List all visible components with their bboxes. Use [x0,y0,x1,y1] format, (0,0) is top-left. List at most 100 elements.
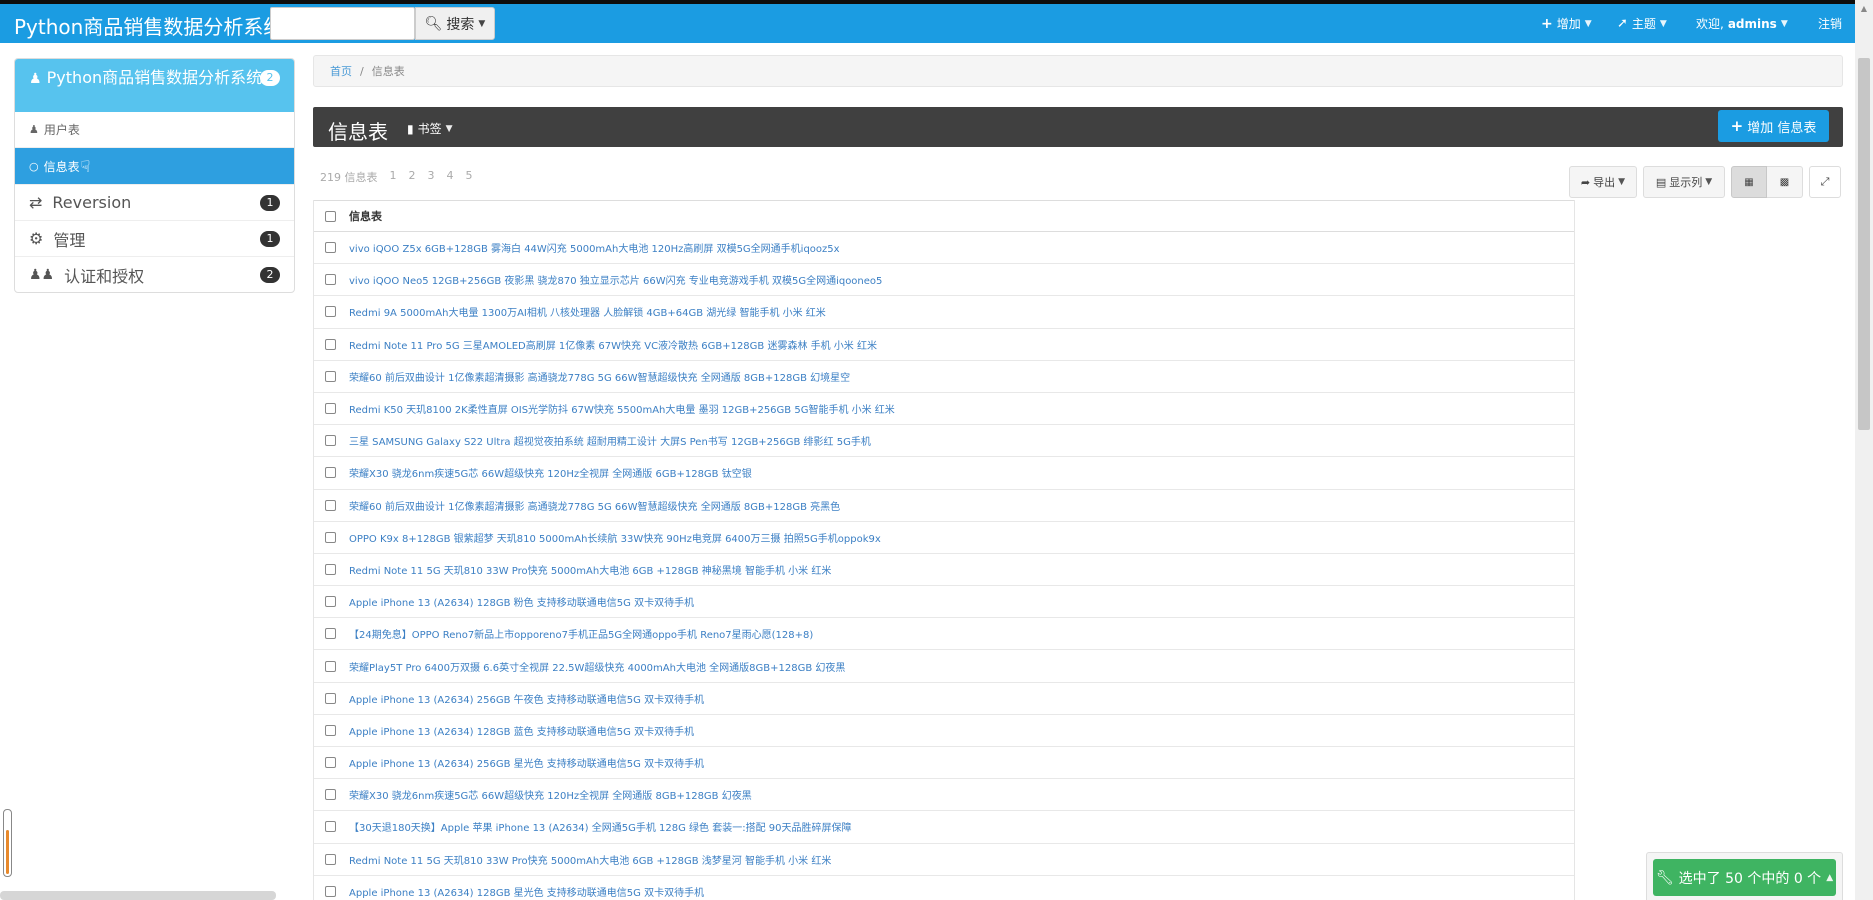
column-header[interactable]: 信息表 [349,208,382,224]
search-button[interactable]: 🔍︎ 搜索 ▼ [415,7,495,40]
table-row[interactable]: Redmi 9A 5000mAh大电量 1300万AI相机 八核处理器 人脸解锁… [314,296,1574,329]
table-row[interactable]: Apple iPhone 13 (A2634) 128GB 蓝色 支持移动联通电… [314,715,1574,747]
row-link[interactable]: Apple iPhone 13 (A2634) 256GB 星光色 支持移动联通… [349,755,704,770]
row-link[interactable]: Redmi Note 11 Pro 5G 三星AMOLED高刷屏 1亿像素 67… [349,337,877,352]
table-row[interactable]: Apple iPhone 13 (A2634) 256GB 午夜色 支持移动联通… [314,683,1574,715]
table-row[interactable]: 【30天退180天换】Apple 苹果 iPhone 13 (A2634) 全网… [314,811,1574,844]
row-link[interactable]: vivo iQOO Neo5 12GB+256GB 夜影黑 骁龙870 独立显示… [349,272,882,287]
row-link[interactable]: 荣耀Play5T Pro 6400万双摄 6.6英寸全视屏 22.5W超级快充 … [349,659,845,674]
table-row[interactable]: OPPO K9x 8+128GB 银紫超梦 天玑810 5000mAh长续航 3… [314,522,1574,554]
row-checkbox[interactable] [325,789,336,801]
row-link[interactable]: vivo iQOO Z5x 6GB+128GB 雾海白 44W闪充 5000mA… [349,240,840,255]
horizontal-scrollbar[interactable] [0,891,276,900]
search-input[interactable] [270,7,415,40]
table-row[interactable]: 荣耀60 前后双曲设计 1亿像素超清摄影 高通骁龙778G 5G 66W智慧超级… [314,490,1574,522]
row-checkbox[interactable] [325,467,336,479]
row-link[interactable]: 荣耀X30 骁龙6nm疾速5G芯 66W超级快充 120Hz全视屏 全网通版 6… [349,465,752,480]
table-row[interactable]: 荣耀60 前后双曲设计 1亿像素超清摄影 高通骁龙778G 5G 66W智慧超级… [314,361,1574,393]
page-link[interactable]: 3 [428,169,435,185]
sidebar-item-reversion[interactable]: ⇄ Reversion 1 [15,184,294,220]
row-link[interactable]: 荣耀X30 骁龙6nm疾速5G芯 66W超级快充 120Hz全视屏 全网通版 8… [349,787,752,802]
row-link[interactable]: Redmi Note 11 5G 天玑810 33W Pro快充 5000mAh… [349,562,831,577]
sidebar-item-users[interactable]: ♟ 用户表 [15,112,294,148]
row-checkbox[interactable] [325,596,336,608]
sidebar-item-info[interactable]: ○ 信息表 ☟ [15,148,294,184]
row-checkbox[interactable] [325,499,336,511]
row-link[interactable]: OPPO K9x 8+128GB 银紫超梦 天玑810 5000mAh长续航 3… [349,530,881,545]
page-link[interactable]: 2 [409,169,416,185]
row-link[interactable]: Apple iPhone 13 (A2634) 256GB 午夜色 支持移动联通… [349,691,704,706]
table-row[interactable]: Redmi K50 天玑8100 2K柔性直屏 OIS光学防抖 67W快充 55… [314,393,1574,426]
slider-handle[interactable] [3,809,12,877]
row-checkbox[interactable] [325,853,336,865]
breadcrumb-home[interactable]: 首页 [330,63,352,79]
sidebar-header[interactable]: ♟ Python商品销售数据分析系统 2 [15,59,294,112]
row-link[interactable]: Apple iPhone 13 (A2634) 128GB 粉色 支持移动联通电… [349,594,694,609]
table-row[interactable]: 荣耀X30 骁龙6nm疾速5G芯 66W超级快充 120Hz全视屏 全网通版 8… [314,779,1574,812]
navbar-theme-menu[interactable]: ➚ 主题 ▼ [1617,4,1667,43]
table-row[interactable]: Apple iPhone 13 (A2634) 128GB 星光色 支持移动联通… [314,876,1574,900]
navbar-add-menu[interactable]: + 增加 ▼ [1541,4,1592,43]
row-checkbox[interactable] [325,563,336,575]
brand-title[interactable]: Python商品销售数据分析系统 [14,11,283,40]
exchange-icon: ⇄ [29,193,43,212]
grid-view-button[interactable]: ▦ [1731,166,1767,198]
row-link[interactable]: Redmi 9A 5000mAh大电量 1300万AI相机 八核处理器 人脸解锁… [349,304,826,319]
add-record-button[interactable]: + 增加 信息表 [1718,110,1829,142]
row-checkbox[interactable] [325,531,336,543]
row-link[interactable]: 【24期免息】OPPO Reno7新品上市opporeno7手机正品5G全网通o… [349,626,813,641]
row-link[interactable]: 三星 SAMSUNG Galaxy S22 Ultra 超视觉夜拍系统 超耐用精… [349,433,871,448]
page-link[interactable]: 5 [466,169,473,185]
row-link[interactable]: 荣耀60 前后双曲设计 1亿像素超清摄影 高通骁龙778G 5G 66W智慧超级… [349,369,850,384]
table-view-button[interactable]: ▩ [1767,166,1803,198]
columns-button[interactable]: ▤ 显示列 ▼ [1643,166,1725,198]
row-link[interactable]: 【30天退180天换】Apple 苹果 iPhone 13 (A2634) 全网… [349,819,852,834]
export-button[interactable]: ➦ 导出 ▼ [1569,166,1637,198]
row-checkbox[interactable] [325,435,336,447]
table-row[interactable]: 荣耀Play5T Pro 6400万双摄 6.6英寸全视屏 22.5W超级快充 … [314,650,1574,683]
row-checkbox[interactable] [325,757,336,769]
selection-action-button[interactable]: 🔧︎ 选中了 50 个中的 0 个 ▲ [1653,859,1836,896]
sidebar-item-admin[interactable]: ⚙ 管理 1 [15,220,294,256]
page-link[interactable]: 4 [447,169,454,185]
table-row[interactable]: Redmi Note 11 Pro 5G 三星AMOLED高刷屏 1亿像素 67… [314,329,1574,361]
table-row[interactable]: Apple iPhone 13 (A2634) 128GB 粉色 支持移动联通电… [314,586,1574,619]
row-checkbox[interactable] [325,274,336,286]
row-link[interactable]: Redmi K50 天玑8100 2K柔性直屏 OIS光学防抖 67W快充 55… [349,401,895,416]
row-checkbox[interactable] [325,724,336,736]
expand-icon: ⤢ [1820,175,1830,188]
navbar-user-menu[interactable]: 欢迎, admins ▼ [1696,4,1788,43]
table-row[interactable]: vivo iQOO Neo5 12GB+256GB 夜影黑 骁龙870 独立显示… [314,264,1574,297]
selection-action-label: 选中了 50 个中的 0 个 [1678,870,1822,887]
table-row[interactable]: 三星 SAMSUNG Galaxy S22 Ultra 超视觉夜拍系统 超耐用精… [314,425,1574,458]
row-checkbox[interactable] [325,660,336,672]
row-checkbox[interactable] [325,821,336,833]
row-link[interactable]: 荣耀60 前后双曲设计 1亿像素超清摄影 高通骁龙778G 5G 66W智慧超级… [349,498,840,513]
scroll-up-arrow-icon[interactable]: ▲ [1858,4,1870,16]
row-checkbox[interactable] [325,885,336,897]
table-row[interactable]: Redmi Note 11 5G 天玑810 33W Pro快充 5000mAh… [314,554,1574,587]
row-checkbox[interactable] [325,338,336,350]
sidebar-item-label: Reversion [52,193,132,212]
table-row[interactable]: 荣耀X30 骁龙6nm疾速5G芯 66W超级快充 120Hz全视屏 全网通版 6… [314,457,1574,490]
row-checkbox[interactable] [325,370,336,382]
vertical-scrollbar-thumb[interactable] [1858,58,1870,430]
table-row[interactable]: Apple iPhone 13 (A2634) 256GB 星光色 支持移动联通… [314,747,1574,780]
row-checkbox[interactable] [325,306,336,318]
table-row[interactable]: 【24期免息】OPPO Reno7新品上市opporeno7手机正品5G全网通o… [314,618,1574,651]
row-checkbox[interactable] [325,242,336,254]
row-link[interactable]: Redmi Note 11 5G 天玑810 33W Pro快充 5000mAh… [349,852,831,867]
select-all-checkbox[interactable] [325,210,336,222]
page-link[interactable]: 1 [390,169,397,185]
row-checkbox[interactable] [325,628,336,640]
logout-link[interactable]: 注销 [1818,4,1842,43]
table-row[interactable]: vivo iQOO Z5x 6GB+128GB 雾海白 44W闪充 5000mA… [314,232,1574,265]
row-checkbox[interactable] [325,403,336,415]
fullscreen-button[interactable]: ⤢ [1809,166,1841,198]
row-link[interactable]: Apple iPhone 13 (A2634) 128GB 星光色 支持移动联通… [349,884,704,899]
row-checkbox[interactable] [325,692,336,704]
sidebar-item-auth[interactable]: ♟♟ 认证和授权 2 [15,256,294,292]
table-row[interactable]: Redmi Note 11 5G 天玑810 33W Pro快充 5000mAh… [314,844,1574,876]
bookmark-menu[interactable]: ▮ 书签 ▼ [407,120,453,137]
row-link[interactable]: Apple iPhone 13 (A2634) 128GB 蓝色 支持移动联通电… [349,723,694,738]
